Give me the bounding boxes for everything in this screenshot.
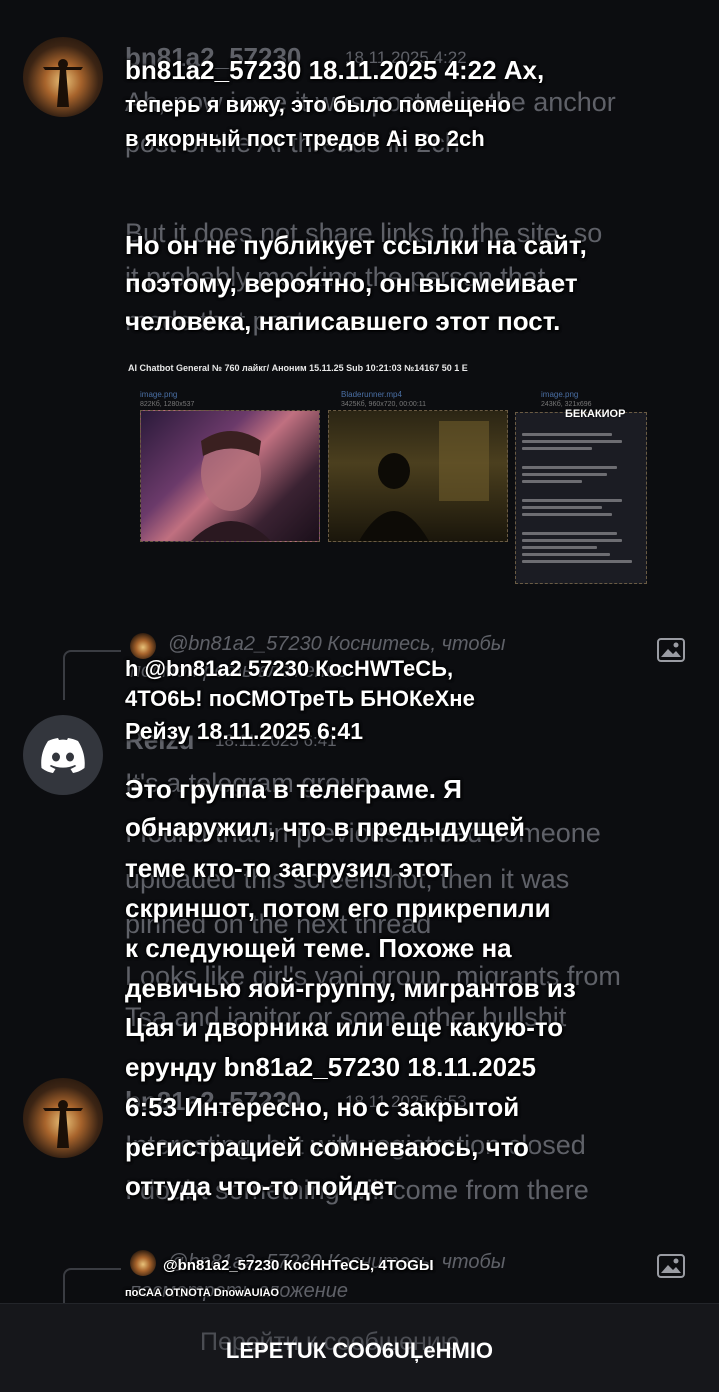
- reply-translated[interactable]: поСАА ОТNОТА DnowAUIАО: [125, 1287, 279, 1300]
- jump-to-message-label[interactable]: LЕРЕТUК СОО6UĻеНМIО: [0, 1338, 719, 1364]
- overlay-label: БЕКАКИОР: [565, 408, 626, 420]
- thumbnail-3[interactable]: [515, 412, 647, 584]
- discord-logo-icon: [41, 738, 85, 773]
- translated-line: теперь я вижу, это было помещено: [125, 92, 511, 117]
- translated-line: оттуда что-то пойдет: [125, 1171, 397, 1201]
- thumbnail-2[interactable]: [328, 410, 508, 542]
- translated-author-line: bn81a2_57230 18.11.2025 4:22 Ах,: [125, 55, 545, 85]
- translated-author-line: Рейзу 18.11.2025 6:41: [125, 718, 364, 744]
- translated-line: теме кто-то загрузил этот: [125, 853, 453, 883]
- screenshot-header: AI Chatbot General № 760 лайкг/ Аноним 1…: [128, 363, 468, 373]
- translated-line: 6:53 Интересно, но с закрытой: [125, 1092, 520, 1122]
- user-avatar[interactable]: [23, 1078, 103, 1158]
- translated-line: человека, написавшего этот пост.: [125, 306, 561, 336]
- portrait-icon: [191, 431, 271, 541]
- reply-ghost: @bn81a2_57230 Коснитесь, чтобы: [168, 633, 506, 655]
- avatar-figure-icon: [43, 1100, 83, 1148]
- reply-connector: [63, 650, 121, 700]
- thumbnail-1[interactable]: [140, 410, 320, 542]
- translated-line: девичью яой-группу, мигрантов из: [125, 973, 576, 1003]
- translated-line: Цая и дворника или еще какую-то: [125, 1012, 564, 1042]
- silhouette-icon: [359, 421, 489, 541]
- reply-connector: [63, 1268, 121, 1306]
- translated-line: Это группа в телеграме. Я: [125, 774, 462, 804]
- translated-line: к следующей теме. Похоже на: [125, 933, 512, 963]
- jump-to-message-bar[interactable]: Перейти к сообщению LЕРЕТUК СОО6UĻеНМIО: [0, 1303, 719, 1392]
- file1-meta: 822Кб, 1280x537: [140, 401, 195, 408]
- reply-translated[interactable]: h @bn81a2 57230 КосНWТеСЬ,: [125, 656, 453, 683]
- attached-screenshot[interactable]: AI Chatbot General № 760 лайкг/ Аноним 1…: [125, 360, 650, 588]
- avatar-figure-icon: [43, 59, 83, 107]
- image-icon[interactable]: [657, 1254, 685, 1278]
- translated-line: скриншот, потом его прикрепили: [125, 893, 551, 923]
- reply-translated[interactable]: @bn81a2_57230 КосННТеСЬ, 4ТОGЫ: [163, 1257, 434, 1275]
- file3-meta: 243Кб, 321x696: [541, 401, 592, 408]
- file2-meta: 3425Кб, 960x720, 00:00:11: [341, 401, 427, 408]
- discord-avatar[interactable]: [23, 715, 103, 795]
- image-icon[interactable]: [657, 638, 685, 662]
- translated-line: в якорный пост тредов Ai во 2ch: [125, 126, 485, 151]
- reply-avatar: [130, 1250, 156, 1276]
- file1-name: image.png: [140, 390, 178, 399]
- file3-name: image.png: [541, 390, 579, 399]
- reply-translated[interactable]: 4ТО6Ь! поСМОТреТЬ БНОКеХне: [125, 686, 475, 713]
- user-avatar[interactable]: [23, 37, 103, 117]
- translated-line: Но он не публикует ссылки на сайт,: [125, 230, 587, 260]
- translated-line: поэтому, вероятно, он высмеивает: [125, 268, 578, 298]
- translated-line: обнаружил, что в предыдущей: [125, 812, 526, 842]
- file2-name: Bladerunner.mp4: [341, 390, 402, 399]
- translated-line: ерунду bn81a2_57230 18.11.2025: [125, 1052, 536, 1082]
- translated-line: регистрацией сомневаюсь, что: [125, 1132, 529, 1162]
